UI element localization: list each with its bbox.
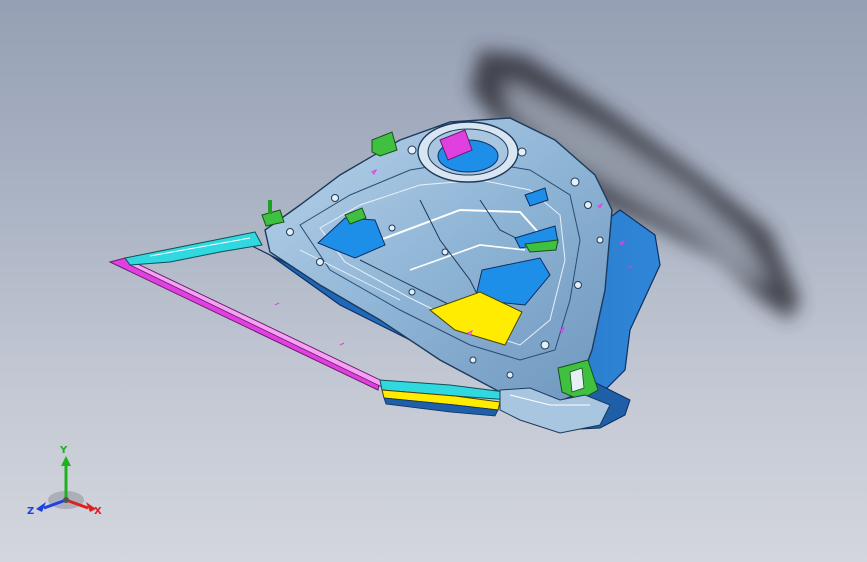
orientation-triad: Y X Z bbox=[24, 445, 108, 522]
speaker-opening bbox=[417, 121, 519, 183]
y-axis-label: Y bbox=[60, 445, 68, 456]
x-axis-label: X bbox=[94, 506, 102, 517]
triad-origin bbox=[63, 497, 69, 503]
graphics-viewport[interactable]: Y X Z bbox=[0, 0, 867, 562]
model-view[interactable] bbox=[0, 0, 867, 562]
z-axis-label: Z bbox=[27, 506, 35, 517]
y-arrow bbox=[61, 456, 71, 466]
